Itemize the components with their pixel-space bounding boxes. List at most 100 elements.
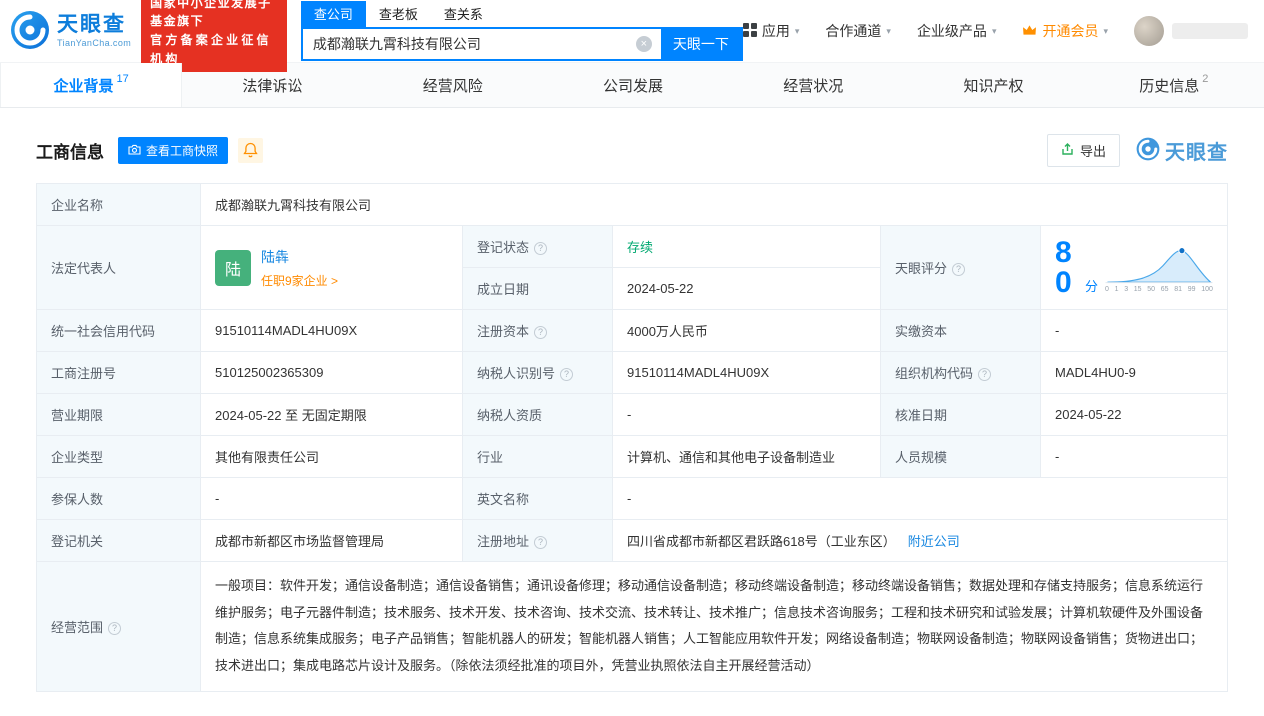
search-tab-relation[interactable]: 查关系 bbox=[431, 1, 496, 27]
tab-operating-risk[interactable]: 经营风险 bbox=[363, 63, 543, 107]
export-button[interactable]: 导出 bbox=[1046, 134, 1120, 167]
apps-grid-icon bbox=[742, 22, 757, 40]
tianyancha-logo[interactable]: 天眼查 TianYanCha.com bbox=[10, 10, 131, 53]
cell-industry: 计算机、通信和其他电子设备制造业 bbox=[612, 435, 881, 478]
tab-label: 法律诉讼 bbox=[242, 77, 303, 95]
cell-org-code-label: 组织机构代码 bbox=[880, 351, 1041, 394]
bell-icon bbox=[243, 142, 258, 161]
tab-label: 知识产权 bbox=[963, 77, 1024, 95]
search-tab-company[interactable]: 查公司 bbox=[300, 1, 366, 27]
cell-paid-capital: - bbox=[1040, 309, 1228, 352]
cell-reg-status-label: 登记状态 bbox=[462, 225, 613, 268]
score-value: 80 bbox=[1055, 235, 1072, 299]
cell-org-code: MADL4HU0-9 bbox=[1040, 351, 1228, 394]
help-icon[interactable] bbox=[534, 242, 548, 255]
cell-reg-status: 存续 bbox=[612, 225, 881, 268]
tab-intellectual-property[interactable]: 知识产权 bbox=[903, 63, 1083, 107]
help-icon[interactable] bbox=[108, 621, 122, 635]
tab-company-background[interactable]: 企业背景 17 bbox=[0, 63, 183, 107]
cell-reg-capital: 4000万人民币 bbox=[612, 309, 881, 352]
nearby-companies-link[interactable]: 附近公司 bbox=[908, 534, 960, 549]
search-box: 天眼一下 bbox=[300, 27, 743, 61]
cell-reg-capital-label: 注册资本 bbox=[462, 309, 613, 352]
menu-item-label: 应用 bbox=[761, 23, 790, 39]
help-icon[interactable] bbox=[952, 263, 966, 276]
help-icon[interactable] bbox=[534, 536, 548, 549]
cell-address-label: 注册地址 bbox=[462, 519, 613, 562]
cell-score: 80 分 0 1 3 15 50 65 81 99 100 bbox=[1040, 225, 1228, 310]
caret-down-icon bbox=[992, 26, 997, 37]
camera-icon bbox=[128, 144, 141, 158]
caret-down-icon bbox=[1103, 26, 1108, 37]
legal-rep-positions-link[interactable]: 任职9家企业 > bbox=[261, 272, 338, 289]
cell-reg-no: 510125002365309 bbox=[200, 351, 463, 394]
tab-legal-proceedings[interactable]: 法律诉讼 bbox=[182, 63, 362, 107]
cell-taxpayer-no: 91510114MADL4HU09X bbox=[612, 351, 881, 394]
menu-item-enterprise-products[interactable]: 企业级产品 bbox=[917, 21, 997, 41]
export-icon bbox=[1061, 142, 1074, 159]
cell-insured: - bbox=[200, 477, 463, 520]
tab-company-development[interactable]: 公司发展 bbox=[543, 63, 723, 107]
official-badge-line1: 国家中小企业发展子基金旗下 bbox=[150, 0, 272, 29]
section-tools: 导出 天眼查 bbox=[1046, 134, 1228, 167]
caret-down-icon bbox=[886, 26, 891, 37]
cell-credit-code-label: 统一社会信用代码 bbox=[36, 309, 201, 352]
cell-reg-no-label: 工商注册号 bbox=[36, 351, 201, 394]
top-bar: 天眼查 TianYanCha.com 国家中小企业发展子基金旗下 官方备案企业征… bbox=[0, 0, 1264, 73]
search-button[interactable]: 天眼一下 bbox=[660, 29, 741, 59]
menu-item-apps[interactable]: 应用 bbox=[742, 21, 800, 41]
cell-company-name: 成都瀚联九霄科技有限公司 bbox=[200, 183, 1228, 226]
legal-rep-name-link[interactable]: 陆犇 bbox=[261, 247, 338, 267]
cell-reg-authority: 成都市新都区市场监督管理局 bbox=[200, 519, 463, 562]
help-icon[interactable] bbox=[560, 368, 574, 381]
search-tab-boss[interactable]: 查老板 bbox=[366, 1, 431, 27]
cell-term-label: 营业期限 bbox=[36, 393, 201, 436]
tab-history-info[interactable]: 历史信息 2 bbox=[1084, 63, 1264, 107]
cell-scope-label: 经营范围 bbox=[36, 561, 201, 692]
cell-approval-date: 2024-05-22 bbox=[1040, 393, 1228, 436]
tab-count-badge: 17 bbox=[116, 73, 129, 85]
cell-staff-size: - bbox=[1040, 435, 1228, 478]
monitor-bell-button[interactable] bbox=[238, 138, 264, 163]
help-icon[interactable] bbox=[534, 326, 548, 339]
cell-company-name-label: 企业名称 bbox=[36, 183, 201, 226]
cell-term: 2024-05-22 至 无固定期限 bbox=[200, 393, 463, 436]
tab-label: 公司发展 bbox=[602, 77, 663, 95]
clear-icon[interactable] bbox=[635, 36, 652, 52]
cell-scope: 一般项目：软件开发；通信设备制造；通信设备销售；通讯设备修理；移动通信设备制造；… bbox=[200, 561, 1228, 692]
company-nav-tabs: 企业背景 17 法律诉讼 经营风险 公司发展 经营状况 知识产权 历史信息 2 bbox=[0, 62, 1264, 108]
legal-rep-avatar[interactable]: 陆 bbox=[215, 249, 251, 286]
user-avatar[interactable] bbox=[1134, 16, 1164, 46]
menu-item-label: 合作通道 bbox=[825, 23, 882, 39]
tab-label: 历史信息 bbox=[1139, 77, 1200, 95]
table-row: 统一社会信用代码 91510114MADL4HU09X 注册资本 4000万人民… bbox=[36, 309, 1228, 352]
section-title: 工商信息 bbox=[36, 143, 104, 162]
cell-insured-label: 参保人数 bbox=[36, 477, 201, 520]
section-header: 工商信息 查看工商快照 导出 天眼查 bbox=[36, 134, 1228, 167]
cell-score-label: 天眼评分 bbox=[880, 225, 1041, 310]
tab-count-badge: 2 bbox=[1202, 73, 1209, 85]
official-badge: 国家中小企业发展子基金旗下 官方备案企业征信机构 bbox=[141, 0, 287, 73]
tab-operating-status[interactable]: 经营状况 bbox=[723, 63, 903, 107]
tianyancha-logo-icon bbox=[10, 10, 50, 53]
menu-item-vip[interactable]: 开通会员 bbox=[1022, 21, 1108, 41]
menu-item-label: 企业级产品 bbox=[916, 23, 987, 39]
business-info-table: 企业名称 成都瀚联九霄科技有限公司 法定代表人 陆 陆犇 任职9家企业 > 登记… bbox=[36, 183, 1228, 692]
search-input[interactable] bbox=[302, 29, 636, 59]
snapshot-button-label: 查看工商快照 bbox=[146, 144, 219, 158]
help-icon[interactable] bbox=[978, 368, 992, 381]
cell-credit-code: 91510114MADL4HU09X bbox=[200, 309, 463, 352]
table-row: 营业期限 2024-05-22 至 无固定期限 纳税人资质 - 核准日期 202… bbox=[36, 393, 1228, 436]
cell-approval-date-label: 核准日期 bbox=[880, 393, 1041, 436]
cell-legal-rep-label: 法定代表人 bbox=[36, 225, 201, 310]
caret-down-icon bbox=[795, 26, 800, 37]
cell-taxpayer-quality: - bbox=[612, 393, 881, 436]
user-account[interactable] bbox=[1134, 16, 1248, 46]
cell-company-type: 其他有限责任公司 bbox=[200, 435, 463, 478]
score-chart: 0 1 3 15 50 65 81 99 100 bbox=[1105, 243, 1213, 293]
menu-item-cooperation[interactable]: 合作通道 bbox=[825, 21, 891, 41]
watermark-logo-icon bbox=[1136, 137, 1160, 164]
score-unit: 分 bbox=[1084, 278, 1098, 294]
table-row: 参保人数 - 英文名称 - bbox=[36, 477, 1228, 520]
snapshot-button[interactable]: 查看工商快照 bbox=[118, 137, 229, 164]
